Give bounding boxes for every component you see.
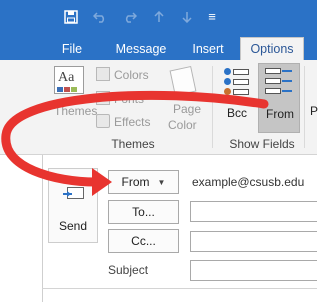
tab-options[interactable]: Options [240, 37, 304, 60]
from-dropdown-button[interactable]: From ▼ [108, 170, 179, 194]
fonts-icon [96, 91, 110, 105]
from-toggle-label: From [266, 107, 294, 121]
bcc-icon [224, 68, 250, 98]
redo-icon[interactable] [120, 0, 140, 33]
page-color-label-line2: Color [168, 118, 197, 132]
ribbon-panel: Aa Themes Colors Fonts Effects Page Colo… [0, 60, 319, 155]
themes-label: Themes [54, 104, 98, 118]
effects-icon [96, 114, 110, 128]
from-address: example@csusb.edu [192, 175, 305, 189]
tab-message[interactable]: Message [108, 37, 174, 60]
cc-button[interactable]: Cc... [108, 229, 179, 253]
page-color-button[interactable]: Page Color [164, 65, 202, 134]
page-color-icon [169, 65, 197, 97]
next-group-cut-label: P [310, 104, 319, 118]
from-button-label: From [121, 175, 150, 189]
cc-button-label: Cc... [131, 234, 156, 248]
to-field[interactable] [190, 201, 317, 222]
show-fields-group-label: Show Fields [229, 137, 295, 151]
quick-access-toolbar: ≡ [0, 0, 317, 33]
send-button[interactable]: Send [48, 168, 98, 243]
colors-icon [96, 67, 110, 81]
cc-field[interactable] [190, 231, 317, 252]
bcc-label: Bcc [227, 106, 248, 120]
save-icon[interactable] [60, 0, 82, 33]
to-button-label: To... [132, 205, 155, 219]
from-field-icon [265, 68, 295, 98]
colors-label: Colors [114, 68, 149, 82]
group-divider [212, 66, 213, 148]
ribbon-tabs: File Message Insert Options [0, 33, 317, 60]
themes-button[interactable]: Aa Themes [52, 66, 97, 126]
subject-field[interactable] [190, 260, 317, 281]
effects-label: Effects [114, 115, 151, 129]
group-divider [304, 66, 305, 148]
subject-label: Subject [108, 263, 149, 277]
bcc-button[interactable]: Bcc [220, 66, 254, 126]
up-arrow-icon[interactable] [150, 0, 168, 33]
send-label: Send [59, 219, 88, 233]
page-color-label-line1: Page [173, 102, 202, 116]
tab-insert[interactable]: Insert [184, 37, 232, 60]
undo-icon[interactable] [90, 0, 110, 33]
message-body[interactable] [42, 288, 317, 302]
from-toggle-button[interactable]: From [258, 63, 300, 133]
fonts-button[interactable]: Fonts [96, 90, 156, 108]
to-button[interactable]: To... [108, 200, 179, 224]
down-arrow-icon[interactable] [178, 0, 196, 33]
send-icon [63, 187, 85, 203]
chevron-down-icon: ▼ [157, 177, 166, 187]
fonts-label: Fonts [114, 92, 145, 106]
customize-menu-icon[interactable]: ≡ [204, 0, 220, 33]
colors-button[interactable]: Colors [96, 66, 156, 84]
themes-icon: Aa [54, 66, 84, 94]
themes-group-label: Themes [111, 137, 155, 151]
tab-file[interactable]: File [52, 37, 92, 60]
effects-button[interactable]: Effects [96, 113, 156, 131]
